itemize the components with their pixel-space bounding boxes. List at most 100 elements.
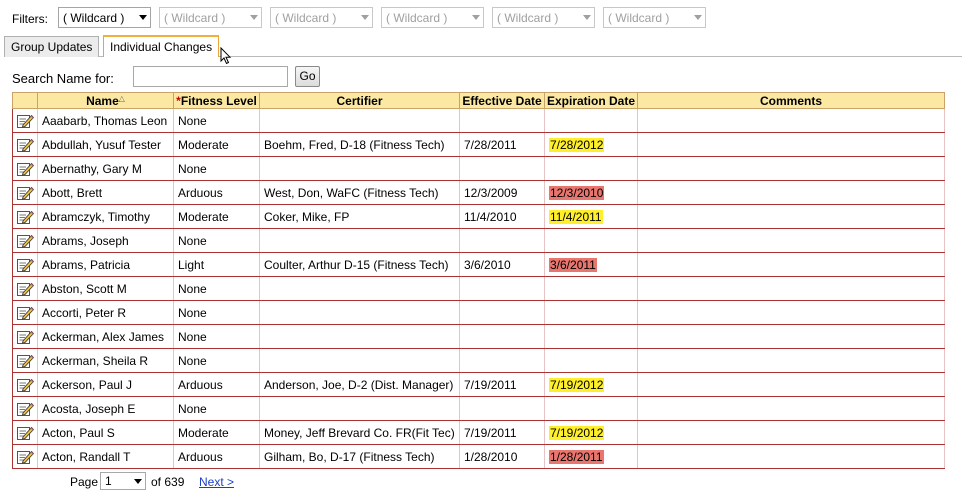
edit-row-button[interactable] [12, 252, 38, 277]
cell-effective-date: 7/19/2011 [459, 372, 545, 397]
edit-row-button[interactable] [12, 324, 38, 349]
cell-fitness-level: None [173, 324, 260, 349]
edit-pencil-icon [16, 330, 34, 344]
table-row: Abrams, Joseph None [12, 228, 945, 253]
filter-select-6[interactable]: ( Wildcard ) [603, 7, 706, 28]
edit-row-button[interactable] [12, 396, 38, 421]
edit-row-button[interactable] [12, 228, 38, 253]
col-header-comments[interactable]: Comments [637, 92, 945, 109]
cell-effective-date [459, 348, 545, 373]
edit-row-button[interactable] [12, 156, 38, 181]
col-header-comments-label: Comments [759, 93, 822, 108]
filter-select-4[interactable]: ( Wildcard ) [381, 7, 484, 28]
cell-effective-date: 11/4/2010 [459, 204, 545, 229]
edit-row-button[interactable] [12, 276, 38, 301]
cell-expiration-date: 1/28/2011 [544, 444, 638, 469]
cell-expiration-date: 3/6/2011 [544, 252, 638, 277]
edit-row-button[interactable] [12, 420, 38, 445]
cell-comments [637, 132, 945, 157]
table-row: Abdullah, Yusuf Tester Moderate Boehm, Fre… [12, 132, 945, 157]
chevron-down-icon [583, 15, 591, 20]
cell-name: Accorti, Peter R [37, 300, 174, 325]
edit-pencil-icon [16, 306, 34, 320]
edit-pencil-icon [16, 162, 34, 176]
edit-pencil-icon [16, 450, 34, 464]
table-row: Abston, Scott M None [12, 276, 945, 301]
cell-effective-date: 7/28/2011 [459, 132, 545, 157]
edit-row-button[interactable] [12, 300, 38, 325]
next-page-link[interactable]: Next > [199, 475, 234, 489]
edit-row-button[interactable] [12, 204, 38, 229]
filter-select-1-value: ( Wildcard ) [63, 11, 125, 25]
pager: Page 1 of 639 Next > [70, 472, 310, 490]
filter-select-3[interactable]: ( Wildcard ) [270, 7, 373, 28]
col-header-fitness-level[interactable]: *Fitness Level [173, 92, 260, 109]
tab-bar: Group Updates Individual Changes [4, 35, 962, 57]
chevron-down-icon [472, 15, 480, 20]
tab-group-updates[interactable]: Group Updates [4, 36, 100, 57]
cell-certifier: West, Don, WaFC (Fitness Tech) [259, 180, 460, 205]
cell-fitness-level: None [173, 276, 260, 301]
cell-certifier: Boehm, Fred, D-18 (Fitness Tech) [259, 132, 460, 157]
individuals-table: Name△ *Fitness Level Certifier Effective… [12, 92, 945, 469]
cell-comments [637, 180, 945, 205]
col-header-name[interactable]: Name△ [37, 92, 174, 109]
tab-individual-changes-label: Individual Changes [110, 40, 213, 54]
edit-pencil-icon [16, 354, 34, 368]
cell-certifier: Coker, Mike, FP [259, 204, 460, 229]
filter-select-2-value: ( Wildcard ) [164, 11, 226, 25]
cell-certifier [259, 300, 460, 325]
table-row: Ackerman, Sheila R None [12, 348, 945, 373]
edit-row-button[interactable] [12, 132, 38, 157]
cell-fitness-level: None [173, 156, 260, 181]
col-header-fitness-level-label: Fitness Level [180, 93, 257, 108]
expiration-date-badge: 3/6/2011 [549, 257, 597, 272]
edit-row-button[interactable] [12, 372, 38, 397]
cell-effective-date [459, 156, 545, 181]
cell-expiration-date: 7/19/2012 [544, 372, 638, 397]
table-row: Acton, Randall T Arduous Gilham, Bo, D-17 … [12, 444, 945, 469]
cell-comments [637, 156, 945, 181]
filter-select-5-value: ( Wildcard ) [497, 11, 559, 25]
expiration-date-badge: 1/28/2011 [549, 449, 604, 464]
cell-certifier [259, 276, 460, 301]
edit-row-button[interactable] [12, 348, 38, 373]
filter-select-2[interactable]: ( Wildcard ) [159, 7, 262, 28]
table-row: Acosta, Joseph E None [12, 396, 945, 421]
edit-row-button[interactable] [12, 444, 38, 469]
cell-certifier: Coulter, Arthur D-15 (Fitness Tech) [259, 252, 460, 277]
cell-certifier [259, 348, 460, 373]
col-header-expiration-date[interactable]: Expiration Date [544, 92, 638, 109]
cell-effective-date: 12/3/2009 [459, 180, 545, 205]
cell-fitness-level: None [173, 348, 260, 373]
filters-label: Filters: [12, 12, 48, 26]
edit-row-button[interactable] [12, 108, 38, 133]
page-total: of 639 [151, 475, 185, 489]
edit-pencil-icon [16, 426, 34, 440]
go-button[interactable]: Go [295, 66, 320, 87]
cell-comments [637, 348, 945, 373]
tab-individual-changes[interactable]: Individual Changes [103, 35, 220, 57]
edit-row-button[interactable] [12, 180, 38, 205]
col-header-certifier[interactable]: Certifier [259, 92, 460, 109]
edit-pencil-icon [16, 234, 34, 248]
edit-pencil-icon [16, 210, 34, 224]
cell-comments [637, 228, 945, 253]
cell-expiration-date [544, 228, 638, 253]
filters-bar: Filters: ( Wildcard ) ( Wildcard ) ( Wil… [12, 7, 732, 29]
cell-comments [637, 204, 945, 229]
cell-name: Abott, Brett [37, 180, 174, 205]
cell-fitness-level: None [173, 396, 260, 421]
filter-select-5[interactable]: ( Wildcard ) [492, 7, 595, 28]
col-header-effective-date[interactable]: Effective Date [459, 92, 545, 109]
cell-effective-date: 7/19/2011 [459, 420, 545, 445]
cell-expiration-date [544, 396, 638, 421]
search-name-input[interactable] [133, 66, 288, 87]
cell-name: Abernathy, Gary M [37, 156, 174, 181]
filter-select-1[interactable]: ( Wildcard ) [58, 7, 151, 28]
cell-effective-date: 1/28/2010 [459, 444, 545, 469]
cell-comments [637, 276, 945, 301]
table-header-row: Name△ *Fitness Level Certifier Effective… [12, 92, 945, 109]
page-select[interactable]: 1 [100, 472, 146, 490]
sort-ascending-icon: △ [118, 93, 125, 103]
